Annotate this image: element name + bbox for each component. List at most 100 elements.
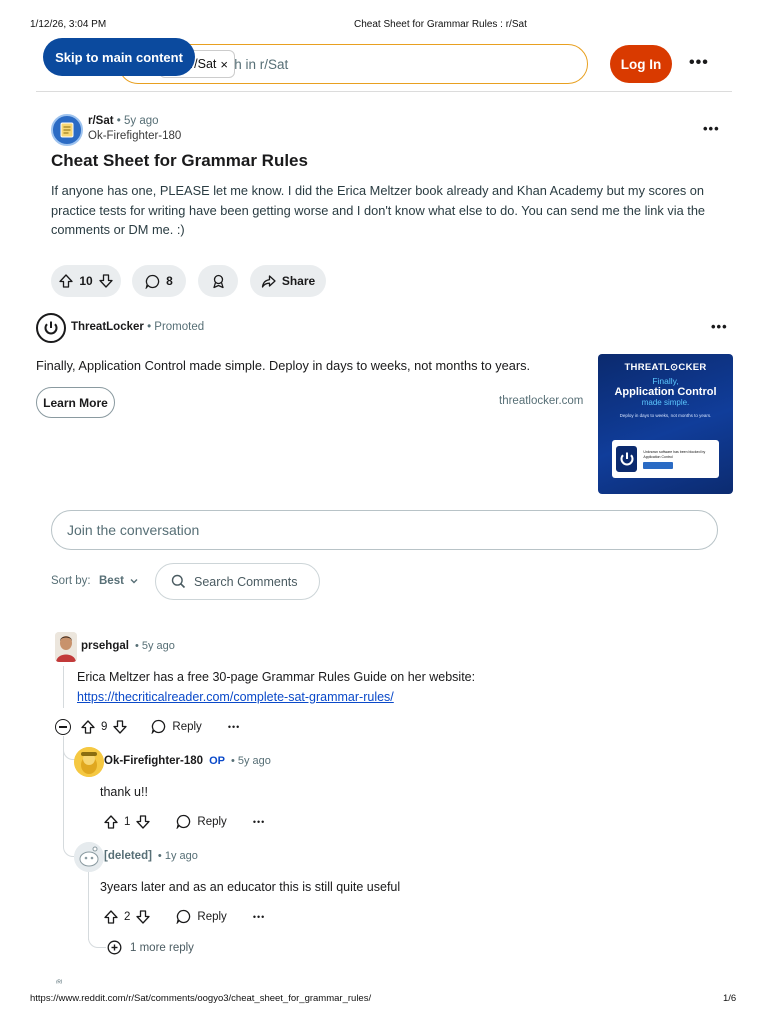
downvote-icon[interactable] — [99, 274, 113, 288]
ad-image-line1: Finally, — [652, 376, 679, 386]
post-author[interactable]: Ok-Firefighter-180 — [88, 130, 181, 142]
ad-header: ThreatLocker • Promoted — [71, 321, 204, 333]
reply-button[interactable]: Reply — [172, 721, 201, 733]
upvote-icon[interactable] — [59, 274, 73, 288]
downvote-icon[interactable] — [136, 909, 151, 924]
upvote-icon[interactable] — [81, 719, 95, 734]
sort-label: Sort by: — [51, 575, 91, 587]
ad-image[interactable]: THREATL⊙CKER Finally, Application Contro… — [598, 354, 733, 494]
power-icon — [616, 446, 638, 472]
avatar[interactable] — [74, 842, 104, 872]
vote-group: 10 — [51, 265, 121, 297]
op-badge: OP — [209, 755, 225, 767]
thread-curve — [88, 930, 106, 948]
ad-image-brand: THREATL⊙CKER — [624, 362, 707, 373]
award-button[interactable] — [198, 265, 238, 297]
more-options-icon[interactable]: ••• — [689, 54, 709, 72]
comment-username: [deleted] — [104, 850, 152, 862]
join-conversation-input[interactable]: Join the conversation — [51, 510, 718, 550]
comment-text: 3years later and as an educator this is … — [100, 880, 401, 894]
post-body: If anyone has one, PLEASE let me know. I… — [51, 183, 706, 237]
share-label: Share — [281, 274, 316, 288]
subreddit-avatar[interactable] — [51, 114, 83, 146]
print-datetime: 1/12/26, 3:04 PM — [30, 19, 107, 30]
promoted-label: • Promoted — [147, 321, 205, 333]
comment-link[interactable]: https://thecriticalreader.com/complete-s… — [77, 688, 697, 708]
comment-actions: 2 Reply ••• — [104, 909, 265, 924]
more-replies-button[interactable]: 1 more reply — [107, 940, 194, 955]
header-divider — [36, 91, 732, 92]
subreddit-link[interactable]: r/Sat — [88, 115, 114, 127]
comment-header: Ok-Firefighter-180 OP • 5y ago — [104, 755, 271, 767]
comment-text: thank u!! — [100, 785, 148, 799]
search-icon — [171, 574, 186, 589]
comment-text: Erica Meltzer has a free 30-page Grammar… — [77, 670, 476, 684]
search-comments-label: Search Comments — [194, 574, 298, 589]
skip-to-content-link[interactable]: Skip to main content — [43, 38, 195, 76]
advertiser-name[interactable]: ThreatLocker — [71, 321, 144, 333]
comment-body: Erica Meltzer has a free 30-page Grammar… — [77, 668, 697, 707]
comments-button[interactable]: 8 — [132, 265, 186, 297]
learn-more-button[interactable]: Learn More — [36, 387, 115, 418]
comment-vote-count: 2 — [124, 910, 131, 923]
login-button[interactable]: Log In — [610, 45, 672, 83]
print-doc-title: Cheat Sheet for Grammar Rules : r/Sat — [354, 19, 527, 30]
ad-more-icon[interactable]: ••• — [711, 319, 728, 334]
power-icon — [44, 321, 58, 335]
comment-vote-count: 9 — [101, 720, 108, 733]
comment-username[interactable]: Ok-Firefighter-180 — [104, 755, 203, 767]
sort-dropdown[interactable]: Best — [99, 575, 139, 587]
comment-actions: 1 Reply ••• — [104, 814, 265, 829]
comment-actions: 9 Reply ••• — [81, 719, 240, 734]
ad-image-line3: made simple. — [641, 398, 690, 407]
reply-icon[interactable] — [176, 909, 191, 924]
print-page-number: 1/6 — [723, 993, 737, 1004]
vote-count: 10 — [79, 274, 93, 288]
sort-value: Best — [99, 575, 124, 587]
award-icon — [212, 274, 224, 288]
avatar[interactable] — [74, 747, 104, 777]
comment-username[interactable]: prsehgal — [81, 640, 129, 652]
comment-header: prsehgal • 5y ago — [81, 640, 175, 652]
ad-domain[interactable]: threatlocker.com — [499, 395, 583, 407]
deleted-user-icon — [74, 842, 104, 872]
reply-icon[interactable] — [176, 814, 191, 829]
comment-count: 8 — [166, 274, 173, 288]
comment-age: • 5y ago — [134, 640, 175, 652]
page-cutoff-fragment: ʳᴿᴵ — [56, 980, 63, 987]
downvote-icon[interactable] — [136, 814, 151, 829]
comment-more-icon[interactable]: ••• — [253, 912, 265, 922]
ad-image-line2: Application Control — [614, 386, 717, 398]
comment-age: • 5y ago — [230, 755, 271, 767]
close-icon[interactable]: × — [220, 57, 228, 72]
upvote-icon[interactable] — [104, 909, 118, 924]
notepad-icon — [60, 122, 74, 138]
reply-button[interactable]: Reply — [197, 816, 226, 828]
avatar[interactable] — [55, 632, 77, 662]
upvote-icon[interactable] — [104, 814, 118, 829]
expand-plus-icon — [107, 940, 122, 955]
ad-card-text: Unknown software has been blocked by App… — [643, 449, 706, 459]
share-button[interactable]: Share — [250, 265, 326, 297]
ad-image-card: Unknown software has been blocked by App… — [612, 440, 719, 478]
share-icon — [261, 274, 276, 288]
comment-header: [deleted] • 1y ago — [104, 850, 198, 862]
reply-icon[interactable] — [151, 719, 166, 734]
post-title: Cheat Sheet for Grammar Rules — [51, 151, 308, 170]
search-comments-button[interactable]: Search Comments — [155, 563, 320, 600]
comment-more-icon[interactable]: ••• — [228, 722, 240, 732]
collapse-thread-icon[interactable] — [55, 719, 71, 735]
ad-image-line4: Deploy in days to weeks, not months to y… — [619, 413, 712, 418]
post-more-icon[interactable]: ••• — [703, 121, 720, 136]
reply-button[interactable]: Reply — [197, 911, 226, 923]
thread-line — [63, 666, 64, 708]
post-age: • 5y ago — [116, 115, 159, 127]
comment-age: • 1y ago — [157, 850, 198, 862]
comment-vote-count: 1 — [124, 815, 131, 828]
advertiser-logo[interactable] — [36, 313, 66, 343]
ad-card-button — [643, 461, 674, 469]
comment-more-icon[interactable]: ••• — [253, 817, 265, 827]
print-url: https://www.reddit.com/r/Sat/comments/oo… — [30, 993, 372, 1004]
downvote-icon[interactable] — [113, 719, 128, 734]
more-replies-label: 1 more reply — [130, 941, 194, 954]
